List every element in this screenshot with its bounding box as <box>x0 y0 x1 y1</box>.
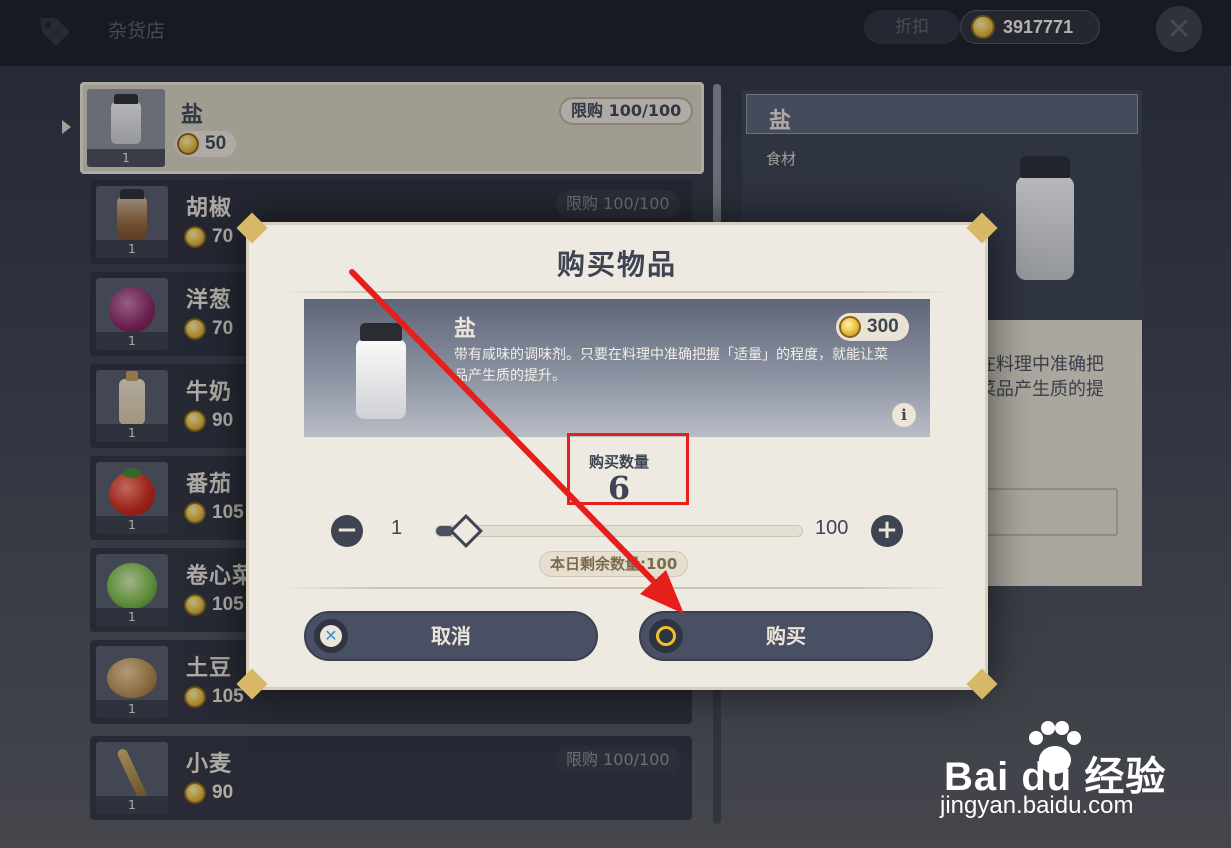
item-card: 盐 带有咸味的调味剂。只要在料理中准确把握「适量」的程度，就能让菜品产生质的提升… <box>304 299 930 437</box>
purchase-dialog: 购买物品 盐 带有咸味的调味剂。只要在料理中准确把握「适量」的程度，就能让菜品产… <box>236 212 998 700</box>
quantity-highlight-box <box>567 433 689 505</box>
buy-label: 购买 <box>766 624 806 648</box>
plus-icon: + <box>876 515 898 545</box>
remaining-today-badge: 本日剩余数量:100 <box>539 551 689 577</box>
quantity-min: 1 <box>391 517 403 539</box>
total-price: 300 <box>836 313 909 341</box>
quantity-max: 100 <box>815 517 849 539</box>
increase-button[interactable]: + <box>871 515 903 547</box>
cancel-button[interactable]: ✕ 取消 <box>304 611 598 661</box>
total-price-value: 300 <box>867 316 899 337</box>
watermark-url: jingyan.baidu.com <box>940 792 1134 819</box>
divider <box>283 291 953 293</box>
minus-icon: − <box>336 515 358 545</box>
quantity-slider[interactable] <box>435 525 803 537</box>
mora-coin-icon <box>839 316 861 338</box>
decrease-button[interactable]: − <box>331 515 363 547</box>
baidu-watermark: Bai du 经验 jingyan.baidu.com <box>940 720 1210 830</box>
card-item-name: 盐 <box>454 317 477 342</box>
buy-button[interactable]: 购买 <box>639 611 933 661</box>
slider-thumb[interactable] <box>449 514 483 548</box>
dialog-title: 购买物品 <box>556 248 677 281</box>
divider <box>283 587 953 589</box>
cancel-x-icon: ✕ <box>314 619 348 653</box>
card-item-description: 带有咸味的调味剂。只要在料理中准确把握「适量」的程度，就能让菜品产生质的提升。 <box>454 347 888 384</box>
cancel-label: 取消 <box>431 624 471 648</box>
salt-jar-icon <box>356 323 406 419</box>
confirm-circle-icon <box>649 619 683 653</box>
info-icon[interactable]: i <box>892 403 916 427</box>
